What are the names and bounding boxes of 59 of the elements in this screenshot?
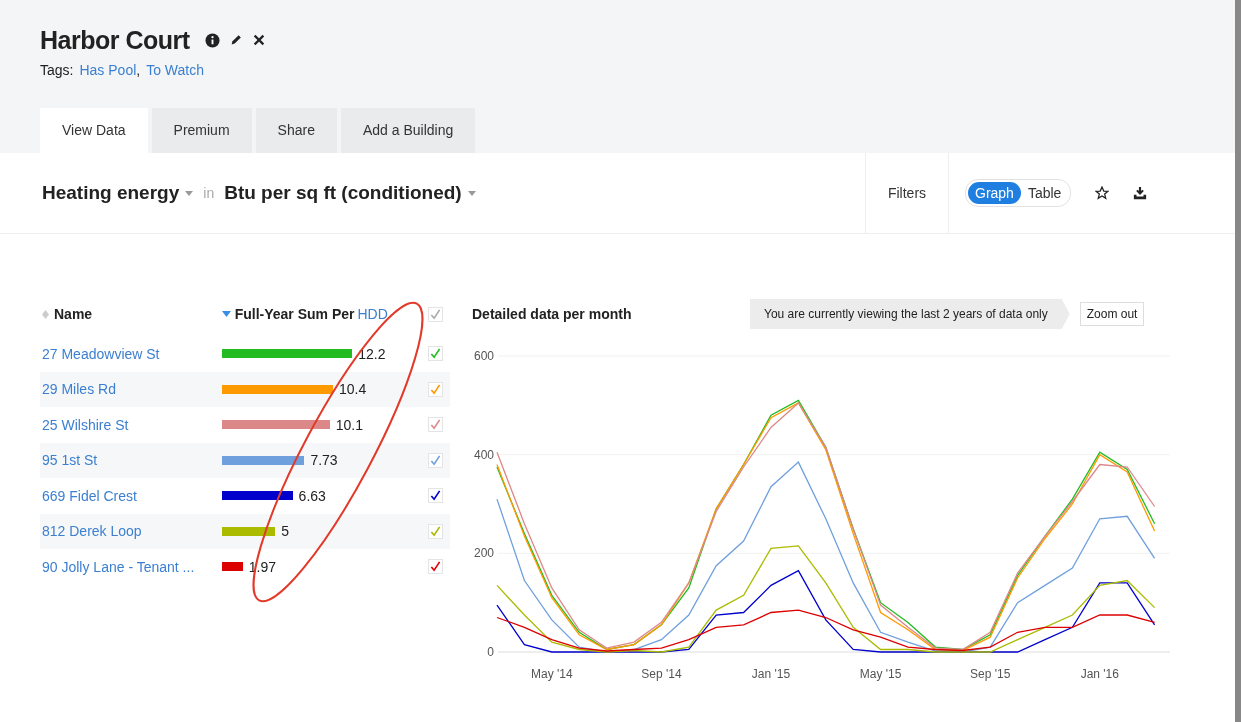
hdd-link[interactable]: HDD — [357, 306, 388, 322]
zoom-out-button[interactable]: Zoom out — [1079, 302, 1145, 326]
row-checkbox[interactable] — [427, 452, 443, 468]
select-all-checkbox[interactable] — [427, 306, 443, 322]
building-link[interactable]: 669 Fidel Crest — [42, 487, 137, 504]
building-link[interactable]: 25 Wilshire St — [42, 416, 129, 433]
building-link[interactable]: 95 1st St — [42, 452, 98, 469]
y-tick-label: 600 — [473, 349, 494, 363]
y-tick-label: 400 — [473, 447, 494, 462]
building-link[interactable]: 812 Derek Loop — [42, 523, 142, 540]
row-checkbox[interactable] — [427, 488, 443, 504]
value-reading: 12.2 — [358, 345, 386, 362]
x-tick-label: May '14 — [530, 667, 573, 681]
notice-tooltip: You are currently viewing the last 2 years of data only — [750, 299, 1070, 329]
row-checkbox[interactable] — [427, 381, 443, 397]
sort-icon[interactable] — [42, 309, 49, 319]
y-tick-label: 200 — [473, 546, 494, 561]
column-header[interactable]: Full-Year Sum Per — [234, 306, 355, 322]
sort-desc-icon[interactable] — [221, 311, 231, 317]
tags-label: Tags: — [40, 62, 74, 78]
value-reading: 10.1 — [335, 416, 363, 433]
info-icon[interactable] — [204, 32, 220, 48]
tag-separator: , — [136, 62, 141, 78]
x-tick-label: May '15 — [859, 667, 902, 681]
x-tick-label: Jan '15 — [751, 667, 791, 681]
building-link[interactable]: 90 Jolly Lane - Tenant ... — [42, 558, 195, 575]
building-title: Harbor Court — [40, 25, 190, 55]
value-reading: 10.4 — [338, 381, 367, 398]
star-icon[interactable] — [1095, 186, 1110, 200]
filters-button[interactable]: Filters — [865, 153, 949, 233]
tab[interactable]: Share — [255, 108, 337, 153]
view-option[interactable]: Table — [1020, 182, 1069, 204]
x-tick-label: Sep '14 — [641, 667, 682, 681]
value-reading: 6.63 — [298, 487, 326, 504]
x-tick-label: Jan '16 — [1080, 667, 1119, 681]
row-checkbox[interactable] — [427, 559, 443, 575]
x-tick-label: Sep '15 — [970, 667, 1011, 681]
chart-title: Detailed data per month — [472, 306, 633, 322]
tag-link[interactable]: To Watch — [146, 62, 204, 78]
row-checkbox[interactable] — [427, 417, 443, 433]
building-link[interactable]: 29 Miles Rd — [42, 381, 116, 398]
caret-icon[interactable] — [185, 190, 194, 196]
column-header[interactable]: Name — [54, 306, 93, 322]
tab[interactable]: View Data — [40, 108, 148, 153]
caret-icon[interactable] — [467, 190, 476, 196]
y-tick-label: 0 — [487, 645, 494, 659]
view-option[interactable]: Graph — [968, 182, 1021, 204]
value-reading: 7.73 — [310, 452, 338, 469]
metric-dropdown[interactable]: Heating energy — [42, 182, 180, 204]
value-reading: 5 — [281, 523, 289, 540]
row-checkbox[interactable] — [427, 346, 443, 362]
connector-text: in — [203, 185, 215, 201]
tab[interactable]: Add a Building — [340, 108, 476, 153]
download-icon[interactable] — [1133, 186, 1148, 200]
building-link[interactable]: 27 Meadowview St — [42, 345, 160, 362]
tab[interactable]: Premium — [151, 108, 252, 153]
close-icon[interactable] — [251, 33, 266, 47]
row-checkbox[interactable] — [427, 523, 443, 539]
unit-dropdown[interactable]: Btu per sq ft (conditioned) — [224, 182, 462, 204]
